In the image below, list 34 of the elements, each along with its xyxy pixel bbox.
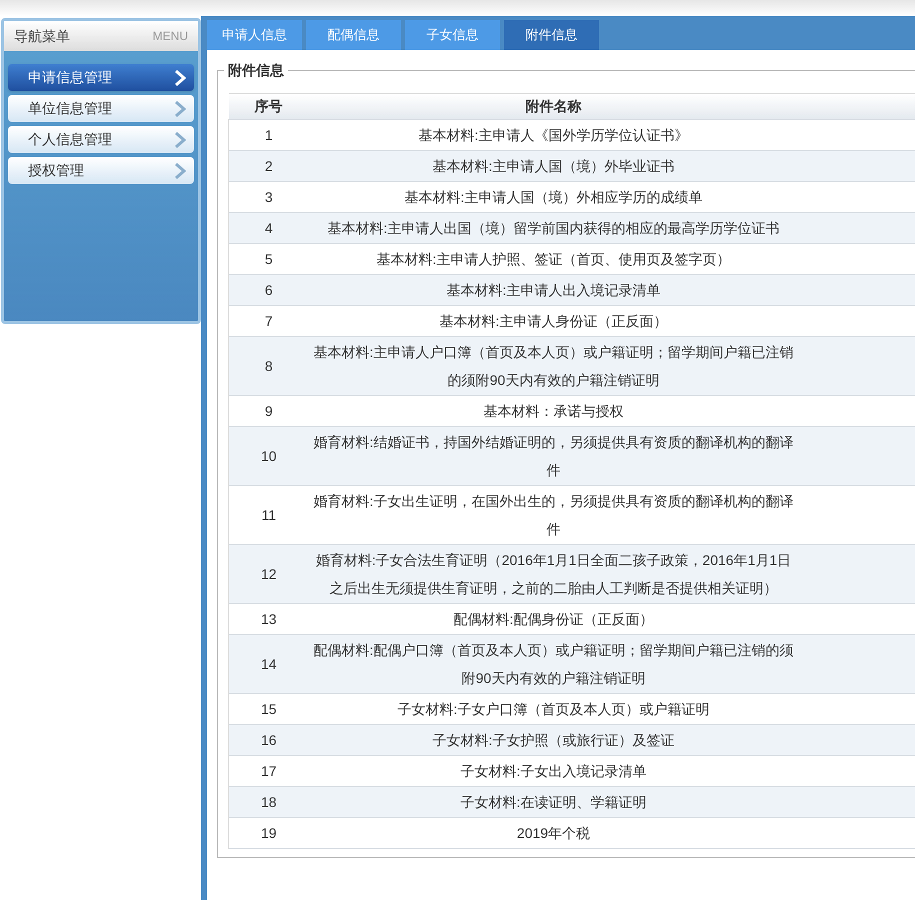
- table-cell: 基本材料:主申请人国（境）外相应学历的成绩单: [308, 182, 798, 212]
- table-cell: 婚育材料:结婚证书，持国外结婚证明的，另须提供具有资质的翻译机构的翻译件: [308, 426, 798, 486]
- table-cell: 婚育材料:子女出生证明，在国外出生的，另须提供具有资质的翻译机构的翻译件: [308, 486, 798, 544]
- sidebar-item[interactable]: 个人信息管理: [8, 126, 194, 153]
- chevron-right-icon: [174, 162, 186, 180]
- tab[interactable]: 子女信息: [405, 20, 500, 50]
- table-cell: 基本材料:主申请人《国外学历学位认证书》: [308, 120, 798, 150]
- table-cell: 基本材料:主申请人户口簿（首页及本人页）或户籍证明；留学期间户籍已注销的须附90天内有效的户籍注销证明: [308, 336, 798, 396]
- table-cell: 基本材料：承诺与授权: [308, 396, 798, 426]
- table-cell: 配偶材料:配偶身份证（正反面）: [308, 604, 798, 634]
- sidebar-item[interactable]: 申请信息管理: [8, 64, 194, 91]
- table-cell: 子女材料:在读证明、学籍证明: [308, 786, 798, 818]
- table-cell: 基本材料:主申请人国（境）外毕业证书: [308, 150, 798, 182]
- chevron-right-icon: [174, 130, 186, 148]
- table-cell: 子女材料:子女护照（或旅行证）及签证: [308, 724, 798, 756]
- table-cell: 子女材料:子女户口簿（首页及本人页）或户籍证明: [308, 694, 798, 724]
- chevron-right-icon: [174, 100, 186, 118]
- table-cell: 19: [228, 818, 308, 848]
- sidebar-item[interactable]: 授权管理: [8, 157, 194, 184]
- table-cell: 婚育材料:子女合法生育证明（2016年1月1日全面二孩子政策，2016年1月1日之后出生无须提供生育证明，之前的二胎由人工判断是否提供相关证明）: [308, 544, 798, 604]
- table-cell: 基本材料:主申请人身份证（正反面）: [308, 306, 798, 336]
- sidebar-item[interactable]: 单位信息管理: [8, 95, 194, 122]
- chevron-right-icon: [174, 68, 186, 86]
- tab[interactable]: 配偶信息: [306, 20, 401, 50]
- sidebar-title: 导航菜单: [14, 26, 70, 46]
- tab[interactable]: 附件信息: [504, 20, 599, 50]
- table-cell: 2019年个税: [308, 818, 798, 848]
- table-cell: 子女材料:子女出入境记录清单: [308, 756, 798, 786]
- table-cell: 配偶材料:配偶户口簿（首页及本人页）或户籍证明；留学期间户籍已注销的须附90天内有效的户籍注销证明: [308, 634, 798, 694]
- table-cell: 基本材料:主申请人出入境记录清单: [308, 274, 798, 306]
- table-cell: 基本材料:主申请人出国（境）留学前国内获得的相应的最高学历学位证书: [308, 212, 798, 244]
- sidebar-title-en: MENU: [152, 28, 188, 45]
- table-cell: 基本材料:主申请人护照、签证（首页、使用页及签字页）: [308, 244, 798, 274]
- tab[interactable]: 申请人信息: [207, 20, 302, 50]
